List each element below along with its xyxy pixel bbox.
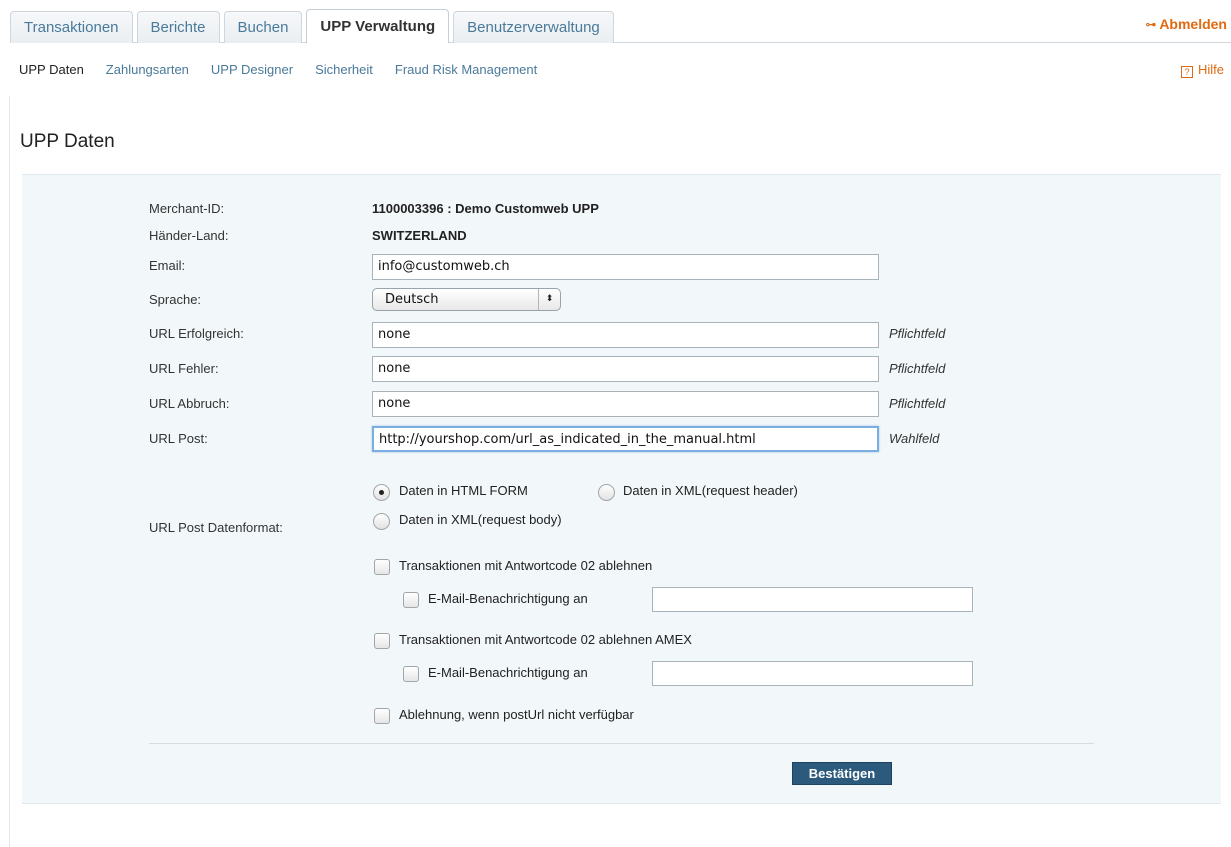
form-divider <box>149 743 1094 744</box>
reject-02-label: Transaktionen mit Antwortcode 02 ablehne… <box>399 558 653 573</box>
language-selected-value: Deutsch <box>385 292 439 307</box>
reject-02-amex-checkbox[interactable] <box>374 633 390 649</box>
tab-berichte[interactable]: Berichte <box>136 11 220 43</box>
country-label: Händer-Land: <box>149 228 229 243</box>
url-post-optional-note: Wahlfeld <box>889 431 940 446</box>
merchant-id-value: 1100003396 : Demo Customweb UPP <box>372 201 599 216</box>
subnav-upp-designer[interactable]: UPP Designer <box>211 62 293 77</box>
post-format-label: URL Post Datenformat: <box>149 520 283 535</box>
url-post-field[interactable]: http://yourshop.com/url_as_indicated_in_… <box>372 426 879 452</box>
tab-transaktionen[interactable]: Transaktionen <box>10 11 133 43</box>
email-notify-field[interactable] <box>652 587 973 612</box>
email-label: Email: <box>149 258 186 273</box>
reject-02-checkbox[interactable] <box>374 559 390 575</box>
radio-html-form-label: Daten in HTML FORM <box>399 483 528 498</box>
help-link[interactable]: ? Hilfe <box>1180 62 1224 78</box>
reject-02-amex-label: Transaktionen mit Antwortcode 02 ablehne… <box>399 632 692 647</box>
main-tab-bar: Transaktionen Berichte Buchen UPP Verwal… <box>10 9 618 43</box>
url-error-required-note: Pflichtfeld <box>889 361 946 376</box>
language-label: Sprache: <box>149 292 202 307</box>
merchant-id-label: Merchant-ID: <box>149 201 225 216</box>
url-error-field[interactable]: none <box>372 356 879 382</box>
tab-upp-verwaltung[interactable]: UPP Verwaltung <box>306 9 450 43</box>
tab-buchen[interactable]: Buchen <box>223 11 303 43</box>
url-cancel-label: URL Abbruch: <box>149 396 230 411</box>
subnav-upp-daten[interactable]: UPP Daten <box>19 62 84 77</box>
radio-xml-request-body-label: Daten in XML(request body) <box>399 512 562 527</box>
help-icon: ? <box>1180 66 1193 78</box>
url-cancel-field[interactable]: none <box>372 391 879 417</box>
key-icon: ⊶ <box>1145 19 1157 31</box>
url-success-field[interactable]: none <box>372 322 879 348</box>
url-success-label: URL Erfolgreich: <box>149 326 244 341</box>
url-cancel-required-note: Pflichtfeld <box>889 396 946 411</box>
logout-link[interactable]: ⊶ Abmelden <box>1145 16 1227 32</box>
language-select[interactable]: Deutsch ⬍ <box>372 288 561 311</box>
email-notify-amex-checkbox[interactable] <box>403 666 419 682</box>
subnav-sicherheit[interactable]: Sicherheit <box>315 62 373 77</box>
email-notify-amex-field[interactable] <box>652 661 973 686</box>
url-post-label: URL Post: <box>149 431 208 446</box>
url-error-label: URL Fehler: <box>149 361 219 376</box>
reject-no-posturl-label: Ablehnung, wenn postUrl nicht verfügbar <box>399 707 634 722</box>
radio-xml-request-body[interactable] <box>373 513 390 530</box>
logout-label: Abmelden <box>1159 16 1227 32</box>
sub-navigation: UPP Daten Zahlungsarten UPP Designer Sic… <box>19 62 559 77</box>
email-field[interactable]: info@customweb.ch <box>372 254 879 280</box>
select-arrows-icon: ⬍ <box>538 289 560 310</box>
country-value: SWITZERLAND <box>372 228 467 243</box>
email-notify-amex-label: E-Mail-Benachrichtigung an <box>428 665 588 680</box>
help-label: Hilfe <box>1197 62 1224 77</box>
radio-html-form[interactable] <box>373 484 390 501</box>
submit-button[interactable]: Bestätigen <box>792 762 892 785</box>
email-notify-checkbox[interactable] <box>403 592 419 608</box>
left-border <box>9 96 10 847</box>
reject-no-posturl-checkbox[interactable] <box>374 708 390 724</box>
subnav-zahlungsarten[interactable]: Zahlungsarten <box>106 62 189 77</box>
subnav-fraud-risk-management[interactable]: Fraud Risk Management <box>395 62 537 77</box>
email-notify-label: E-Mail-Benachrichtigung an <box>428 591 588 606</box>
radio-xml-request-header-label: Daten in XML(request header) <box>623 483 798 498</box>
page-title: UPP Daten <box>20 131 115 152</box>
tab-benutzerverwaltung[interactable]: Benutzerverwaltung <box>453 11 614 43</box>
url-success-required-note: Pflichtfeld <box>889 326 946 341</box>
radio-xml-request-header[interactable] <box>598 484 615 501</box>
